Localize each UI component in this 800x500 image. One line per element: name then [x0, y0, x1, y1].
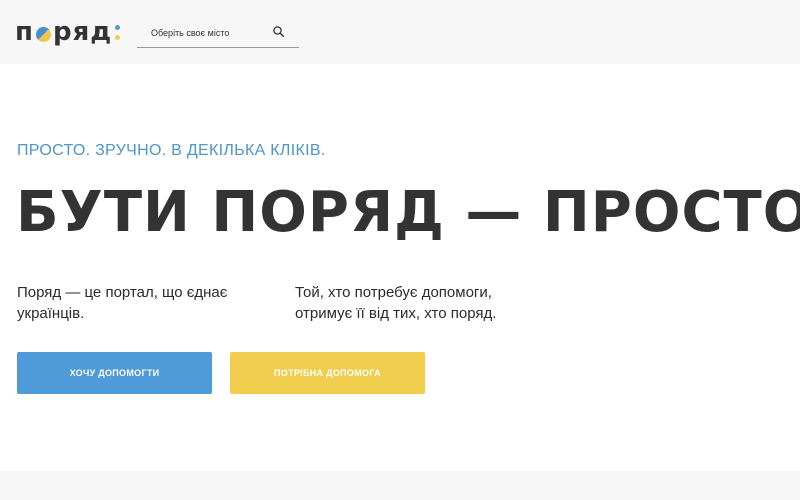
hero-headline: БУТИ ПОРЯД — ПРОСТО: [16, 180, 800, 245]
site-logo[interactable]: п ряд: [15, 17, 121, 47]
search-icon[interactable]: [273, 26, 284, 37]
need-help-button[interactable]: ПОТРІБНА ДОПОМОГА: [230, 352, 425, 394]
hero-description-right: Той, хто потребує допомоги, отримує її в…: [295, 284, 497, 322]
city-search-input[interactable]: [151, 25, 271, 41]
globe-icon: [35, 26, 51, 42]
logo-colon: [115, 22, 121, 42]
hero-tagline: ПРОСТО. ЗРУЧНО. В ДЕКІЛЬКА КЛІКІВ.: [17, 142, 326, 159]
hero-description-left: Поряд — це портал, що єднає українців.: [17, 284, 228, 322]
logo-text-end: ряд: [52, 17, 113, 47]
site-header: п ряд: [0, 0, 800, 64]
footer-band: [0, 471, 800, 500]
logo-text-start: п: [15, 17, 34, 47]
want-to-help-button[interactable]: ХОЧУ ДОПОМОГТИ: [17, 352, 212, 394]
